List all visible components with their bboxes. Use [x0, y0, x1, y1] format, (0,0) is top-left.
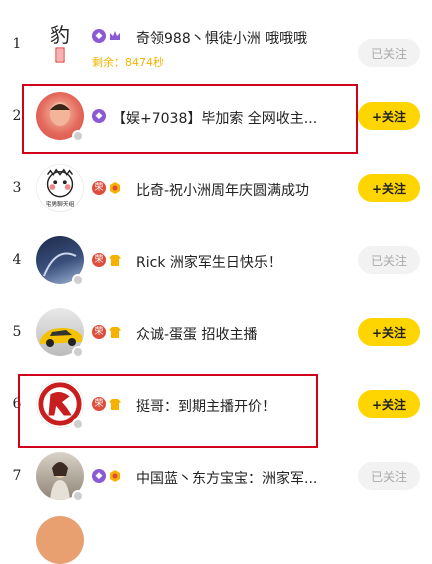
list-item[interactable]: 7 ◆ 中国蓝丶东方宝宝：洲家军... 已关注: [0, 440, 432, 512]
crown-icon: [108, 29, 122, 43]
rank-number: 5: [12, 324, 22, 340]
avatar[interactable]: 豹: [36, 20, 84, 68]
list-item[interactable]: 4 荣 Rick 洲家军生日快乐！ 已关注: [0, 224, 432, 296]
online-status-dot: [72, 346, 84, 358]
followed-button[interactable]: 已关注: [358, 246, 420, 274]
avatar-caption: 宅男聊天组: [46, 200, 75, 208]
level-badges: 荣: [92, 253, 122, 267]
list-item[interactable]: 3 宅男聊天组 荣 比奇-祝小洲周年庆圆满成功 +关注: [0, 152, 432, 224]
avatar[interactable]: 宅男聊天组: [36, 164, 84, 212]
list-item[interactable]: 1 豹 ◆ 奇领988丶惧徒小洲 哦哦哦 剩余：8474秒 已关注: [0, 8, 432, 80]
list-item[interactable]: [0, 512, 432, 564]
gold-badge-icon: [108, 469, 122, 483]
level-badges: ◆: [92, 469, 122, 483]
rank-number: 1: [12, 36, 22, 52]
rank-number: 4: [12, 252, 22, 268]
list-item[interactable]: 5 荣 众诚-蛋蛋 招收主播 +关注: [0, 296, 432, 368]
level-icon: ◆: [92, 469, 106, 483]
user-name[interactable]: Rick 洲家军生日快乐！: [136, 252, 282, 272]
level-icon: ◆: [92, 29, 106, 43]
rank-number: 3: [12, 180, 22, 196]
user-name[interactable]: 中国蓝丶东方宝宝：洲家军...: [136, 468, 317, 488]
follow-button[interactable]: +关注: [358, 390, 420, 418]
shirt-badge-icon: [108, 253, 122, 267]
online-status-dot: [72, 490, 84, 502]
fan-level-icon: 荣: [92, 181, 106, 195]
avatar-calligraphy: 豹: [50, 23, 70, 47]
level-badges: ◆: [92, 29, 122, 43]
fan-level-icon: 荣: [92, 253, 106, 267]
countdown-text: 剩余：8474秒: [92, 56, 164, 69]
followed-button[interactable]: 已关注: [358, 39, 420, 67]
follow-button[interactable]: +关注: [358, 174, 420, 202]
rank-number: 7: [12, 468, 22, 484]
follow-button[interactable]: +关注: [358, 102, 420, 130]
online-status-dot: [72, 274, 84, 286]
fan-level-icon: 荣: [92, 325, 106, 339]
user-name[interactable]: 奇领988丶惧徒小洲 哦哦哦: [136, 28, 307, 48]
followed-button[interactable]: 已关注: [358, 462, 420, 490]
user-name[interactable]: 众诚-蛋蛋 招收主播: [136, 324, 258, 344]
highlight-box: [18, 374, 318, 448]
user-name[interactable]: 比奇-祝小洲周年庆圆满成功: [136, 180, 309, 200]
gold-badge-icon: [108, 181, 122, 195]
avatar[interactable]: [36, 516, 84, 564]
level-badges: 荣: [92, 181, 122, 195]
highlight-box: [22, 84, 358, 154]
shirt-badge-icon: [108, 325, 122, 339]
follow-button[interactable]: +关注: [358, 318, 420, 346]
level-badges: 荣: [92, 325, 122, 339]
